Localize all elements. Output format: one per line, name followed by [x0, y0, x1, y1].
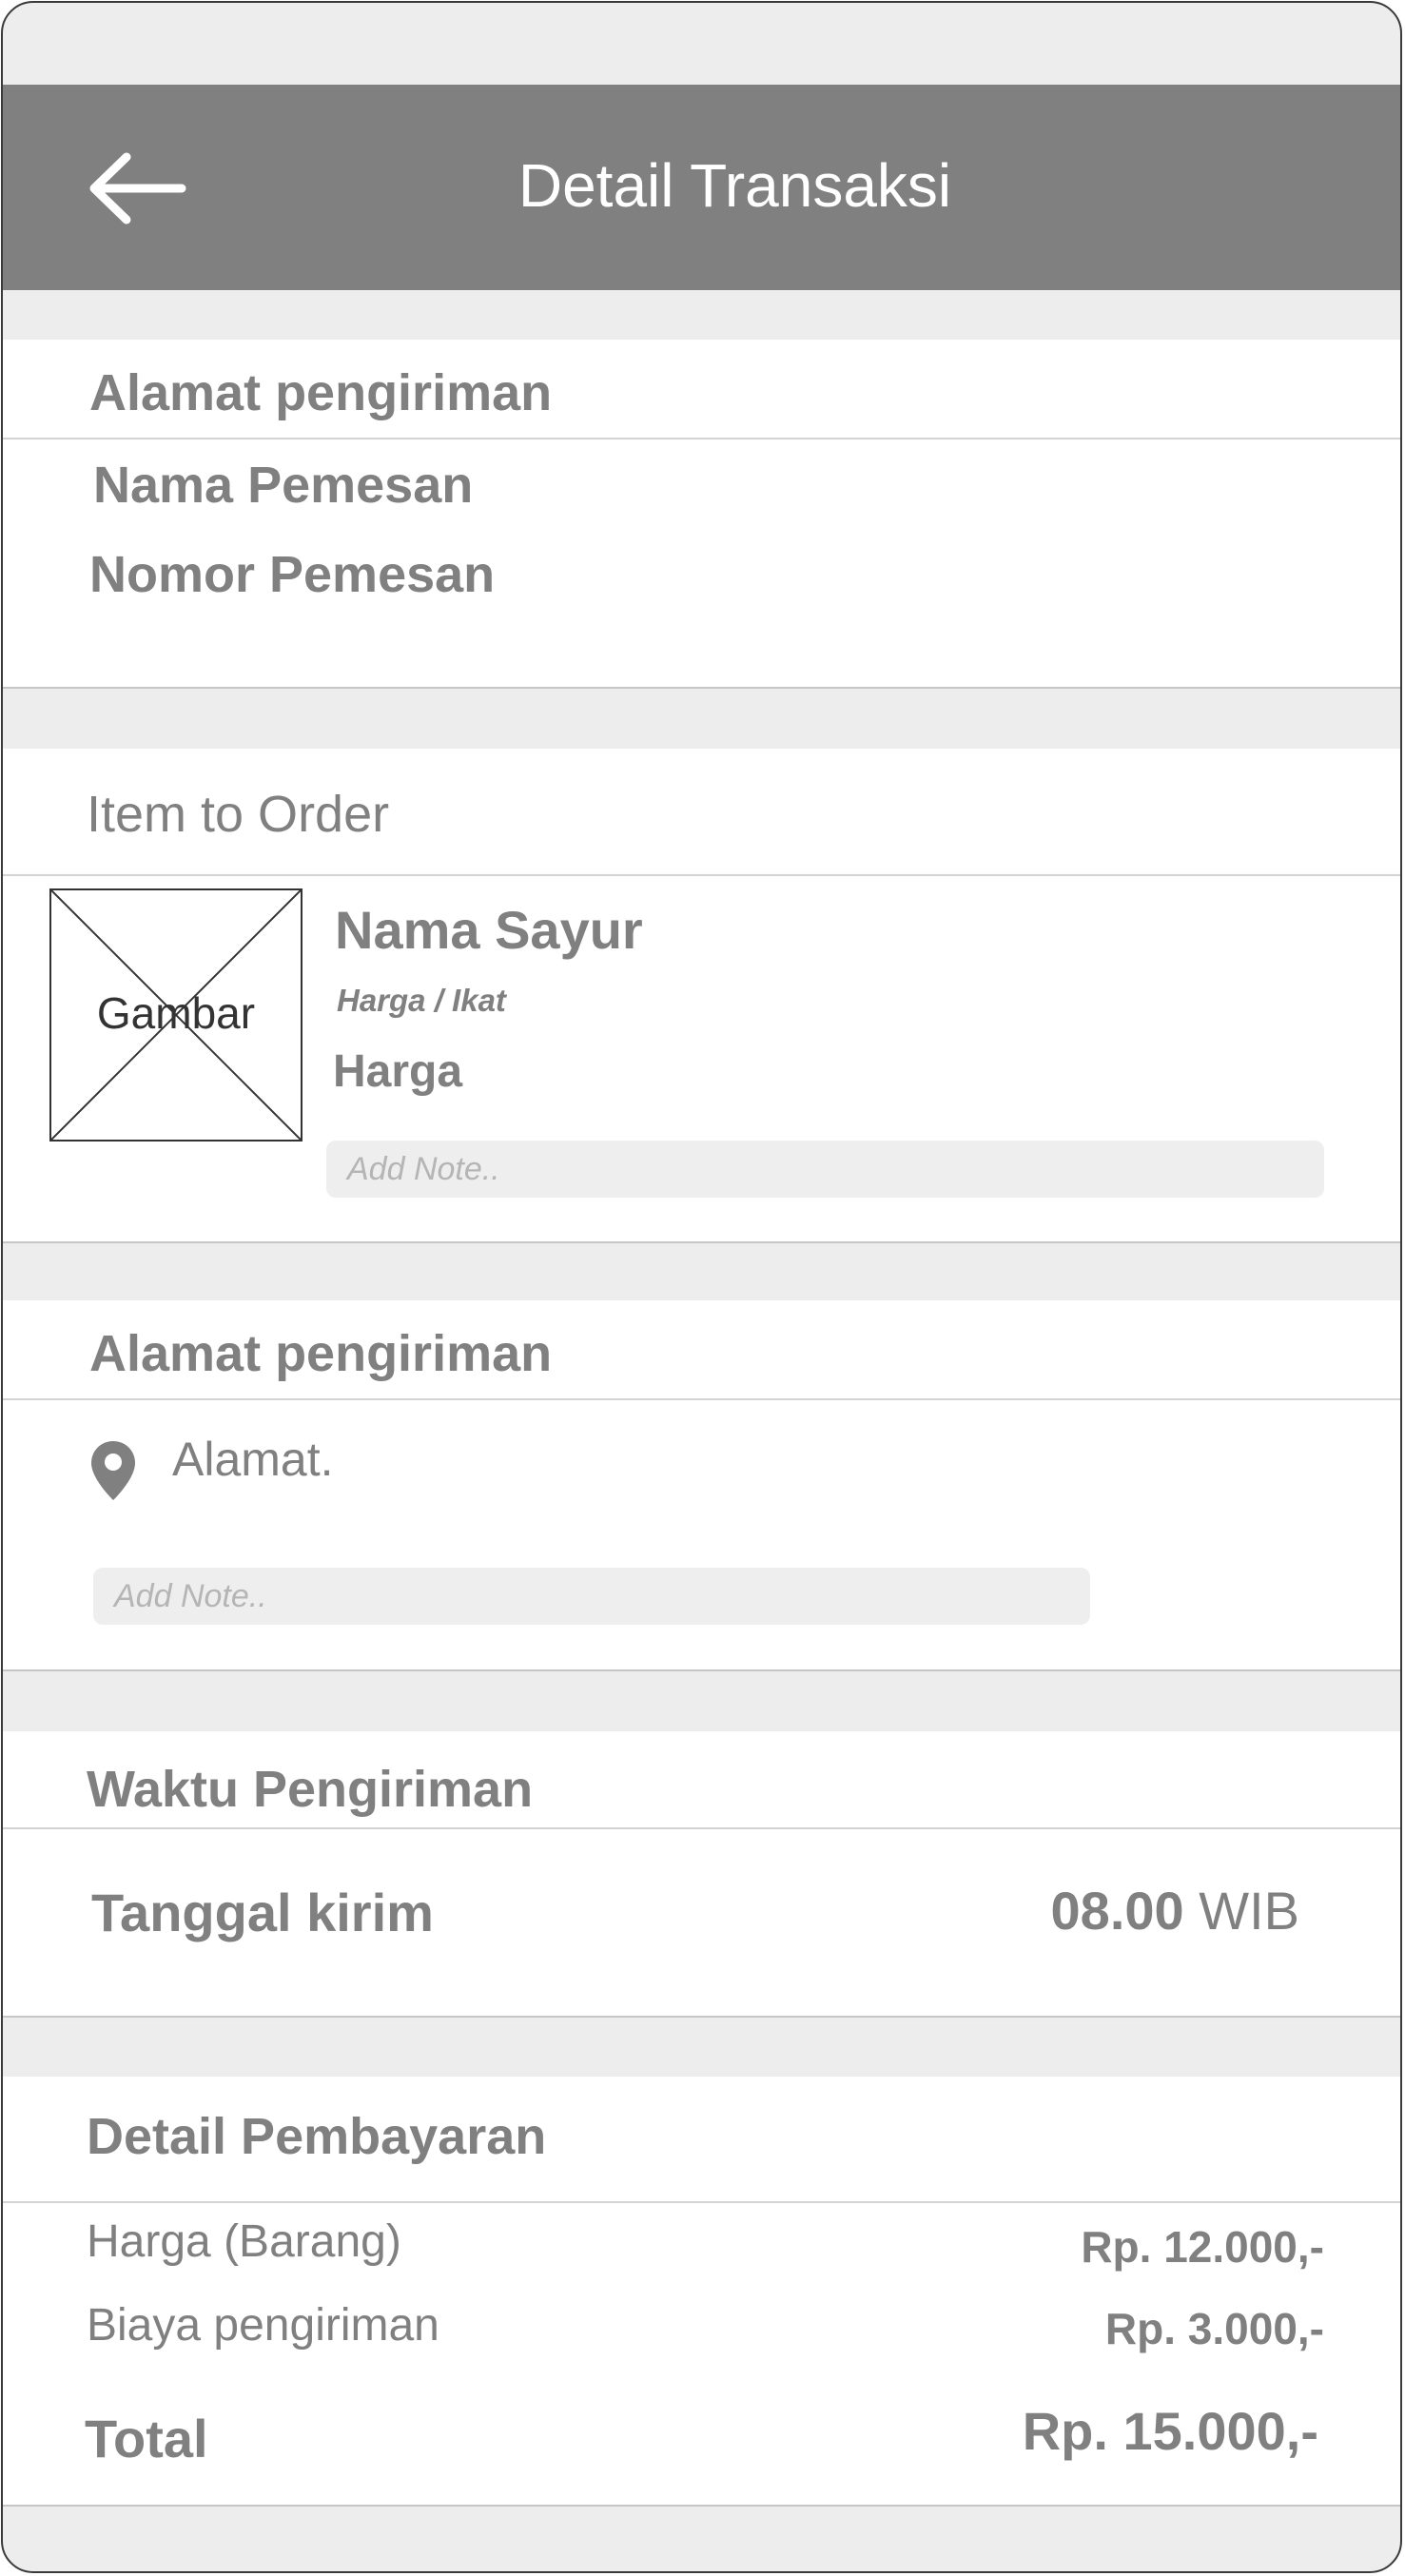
image-label: Gambar: [96, 988, 256, 1038]
delivery-time-zone: WIB: [1199, 1881, 1299, 1941]
payment-card: Detail Pembayaran Harga (Barang) Rp. 12.…: [3, 2077, 1400, 2507]
order-section-title: Item to Order: [87, 786, 390, 843]
shipping-card: Alamat pengiriman Alamat. Add Note..: [3, 1300, 1400, 1671]
customer-phone-label: Nomor Pemesan: [89, 546, 496, 603]
item-note-input[interactable]: Add Note..: [326, 1141, 1324, 1198]
total-label: Total: [85, 2409, 208, 2469]
payment-row-label: Harga (Barang): [87, 2216, 401, 2267]
product-image-placeholder: Gambar: [49, 888, 302, 1142]
divider: [3, 1827, 1400, 1829]
divider: [3, 1398, 1400, 1400]
delivery-date-label: Tanggal kirim: [91, 1883, 434, 1942]
delivery-section-title: Waktu Pengiriman: [87, 1761, 534, 1818]
customer-section-title: Alamat pengiriman: [89, 364, 553, 421]
product-name: Nama Sayur: [335, 900, 643, 960]
delivery-time-value: 08.00: [1050, 1881, 1184, 1941]
divider: [3, 2201, 1400, 2203]
divider: [3, 874, 1400, 876]
customer-card: Alamat pengiriman Nama Pemesan Nomor Pem…: [3, 340, 1400, 689]
address-note-input[interactable]: Add Note..: [93, 1568, 1090, 1625]
payment-row-value: Rp. 3.000,-: [1104, 2304, 1324, 2353]
customer-name-label: Nama Pemesan: [93, 457, 474, 514]
page-title: Detail Transaksi: [517, 151, 952, 220]
order-card: Item to Order Gambar Nama Sayur Harga / …: [3, 749, 1400, 1243]
phone-screen: Detail Transaksi Alamat pengiriman Nama …: [1, 1, 1402, 2573]
delivery-time-card: Waktu Pengiriman Tanggal kirim 08.00 WIB: [3, 1731, 1400, 2018]
price-label: Harga: [333, 1046, 463, 1097]
total-value: Rp. 15.000,-: [1022, 2401, 1318, 2461]
unit-price-label: Harga / Ikat: [337, 983, 506, 1018]
shipping-section-title: Alamat pengiriman: [89, 1325, 553, 1382]
payment-row-value: Rp. 12.000,-: [1081, 2222, 1324, 2272]
divider: [3, 438, 1400, 439]
payment-section-title: Detail Pembayaran: [87, 2108, 547, 2165]
map-pin-icon: [91, 1441, 135, 1500]
payment-row-label: Biaya pengiriman: [87, 2300, 439, 2351]
delivery-time-display[interactable]: 08.00 WIB: [1051, 1880, 1299, 1942]
shipping-address: Alamat.: [172, 1433, 334, 1486]
